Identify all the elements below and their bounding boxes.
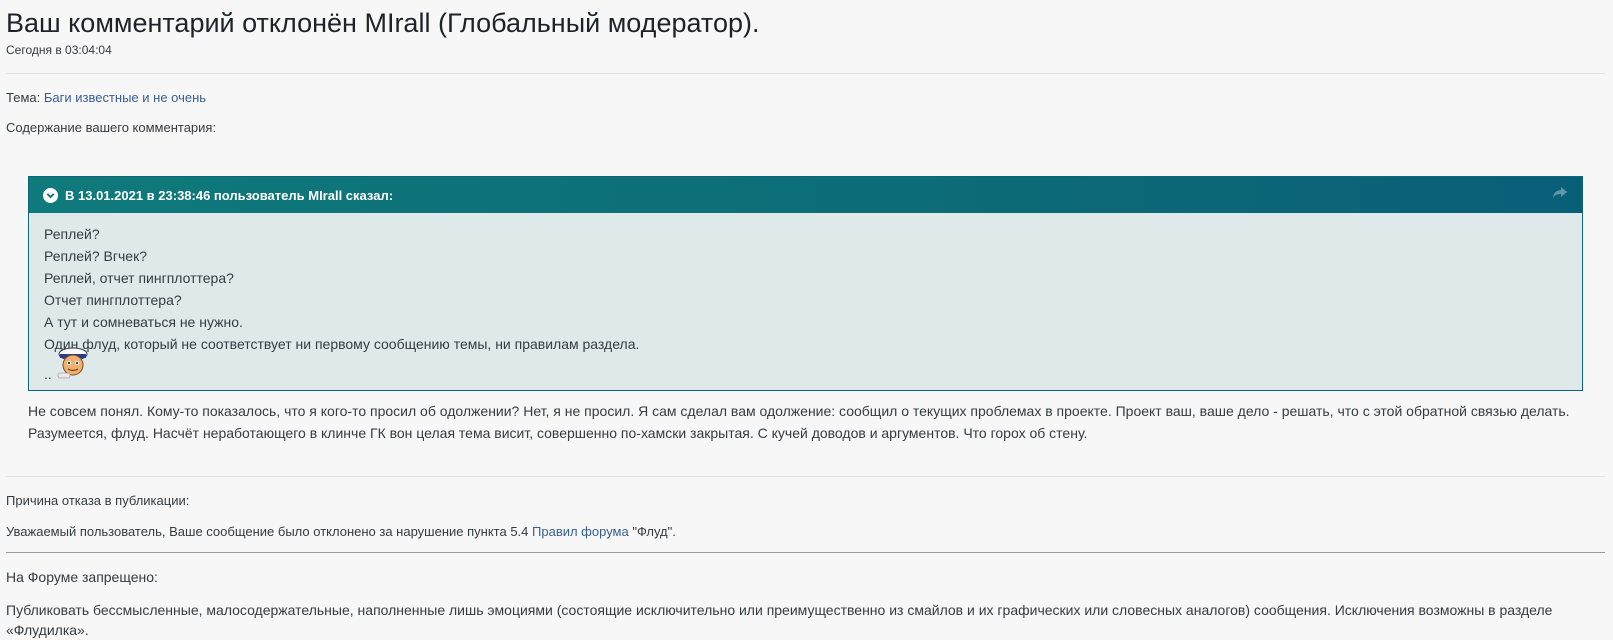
quote-author-line: В 13.01.2021 в 23:38:46 пользователь MIr… <box>65 187 394 203</box>
page-title: Ваш комментарий отклонён MIrall (Глобаль… <box>6 8 760 38</box>
topic-link[interactable]: Баги известные и не очень <box>44 90 206 105</box>
quote-line: Реплей, отчет пингплоттера? <box>44 270 234 286</box>
comment-line: Разумеется, флуд. Насчёт неработающего в… <box>28 425 1088 441</box>
rules-heading: На Форуме запрещено: <box>6 569 158 585</box>
quote-line: А тут и сомневаться не нужно. <box>44 314 243 330</box>
quote-header[interactable]: В 13.01.2021 в 23:38:46 пользователь MIr… <box>29 177 1582 213</box>
quote-trailing: .. <box>44 366 52 382</box>
quote-body: Реплей? Реплей? Вгчек? Реплей, отчет пин… <box>29 213 1582 395</box>
sailor-smiley-icon <box>55 345 91 385</box>
reason-text-after: "Флуд". <box>628 524 676 539</box>
divider <box>6 73 1605 74</box>
reason-text: Уважаемый пользователь, Ваше сообщение б… <box>6 524 676 539</box>
comment-line: Не совсем понял. Кому-то показалось, что… <box>28 403 1570 419</box>
share-icon[interactable] <box>1552 186 1568 203</box>
rules-line: Публиковать бессмысленные, малосодержате… <box>6 602 1553 618</box>
divider <box>6 476 1605 477</box>
timestamp: Сегодня в 03:04:04 <box>6 43 112 57</box>
topic-label: Тема: <box>6 90 41 105</box>
rules-line: «Флудилка». <box>6 622 89 638</box>
reason-label: Причина отказа в публикации: <box>6 493 190 508</box>
quote-line: Реплей? <box>44 226 100 242</box>
content-label: Содержание вашего комментария: <box>6 120 217 135</box>
quote-line: Реплей? Вгчек? <box>44 248 147 264</box>
quote-line: Отчет пингплоттера? <box>44 292 182 308</box>
chevron-down-icon[interactable] <box>43 187 58 203</box>
comment-text: Не совсем понял. Кому-то показалось, что… <box>28 400 1570 444</box>
divider <box>6 552 1605 553</box>
rules-link[interactable]: Правил форума <box>532 524 629 539</box>
quote-line: Один флуд, который не соответствует ни п… <box>44 336 640 352</box>
reason-text-before: Уважаемый пользователь, Ваше сообщение б… <box>6 524 533 539</box>
quote-block: В 13.01.2021 в 23:38:46 пользователь MIr… <box>28 176 1583 391</box>
topic-row: Тема: Баги известные и не очень <box>6 90 206 105</box>
